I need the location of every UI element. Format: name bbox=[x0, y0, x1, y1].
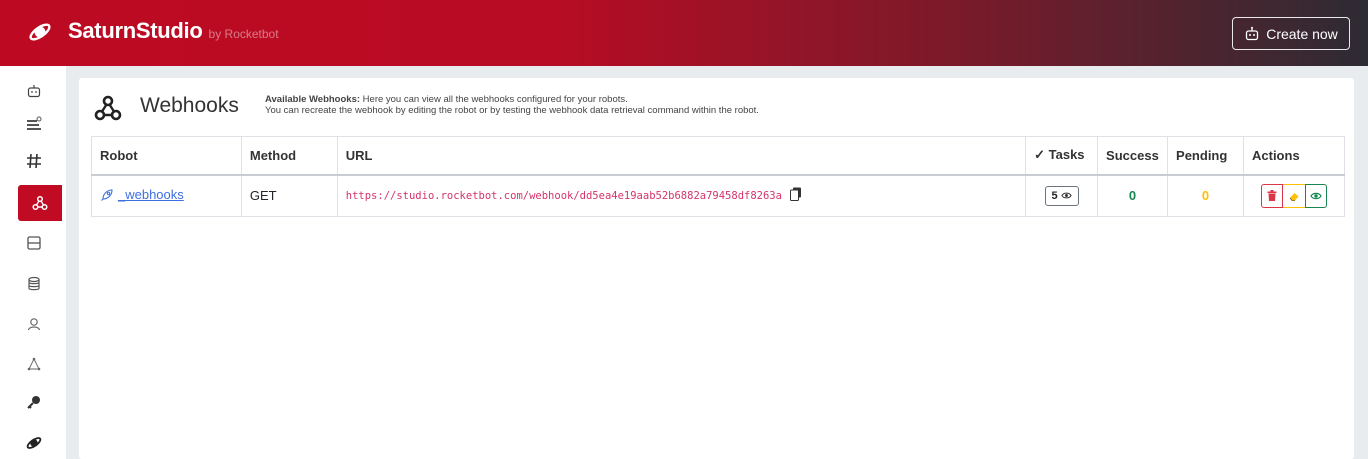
view-button[interactable] bbox=[1305, 183, 1327, 208]
tasks-button[interactable]: 5 bbox=[1044, 185, 1079, 206]
top-bar: SaturnStudio by Rocketbot Create now bbox=[0, 0, 1368, 66]
key-icon bbox=[27, 396, 40, 409]
sidebar-item-forms[interactable] bbox=[17, 226, 51, 260]
saturn-icon bbox=[26, 437, 42, 449]
create-now-label: Create now bbox=[1266, 25, 1338, 42]
desc-line1: Here you can view all the webhooks confi… bbox=[360, 94, 628, 105]
delete-button[interactable] bbox=[1261, 183, 1283, 208]
desc-line2: You can recreate the webhook by editing … bbox=[265, 105, 759, 116]
cell-robot: _webhooks bbox=[91, 174, 242, 217]
webhooks-card: Webhooks Available Webhooks: Here you ca… bbox=[79, 78, 1354, 459]
create-now-button[interactable]: Create now bbox=[1232, 17, 1350, 50]
cell-method: GET bbox=[240, 174, 338, 217]
cell-success: 0 bbox=[1097, 174, 1169, 217]
brand-by: by Rocketbot bbox=[208, 27, 279, 41]
cell-tasks: 5 bbox=[1025, 174, 1099, 217]
eraser-icon bbox=[1289, 192, 1298, 201]
tasks-count: 5 bbox=[1051, 189, 1058, 202]
form-icon bbox=[27, 236, 41, 250]
col-url: URL bbox=[336, 136, 1027, 176]
brand[interactable]: SaturnStudio by Rocketbot bbox=[68, 18, 279, 44]
sidebar-item-queues[interactable] bbox=[17, 106, 51, 140]
col-robot: Robot bbox=[91, 136, 242, 176]
col-pending: Pending bbox=[1167, 136, 1244, 176]
page-description: Available Webhooks: Here you can view al… bbox=[265, 94, 759, 116]
cell-pending: 0 bbox=[1167, 174, 1244, 217]
webhooks-table: Robot Method URL ✓ Tasks Success Pending… bbox=[91, 136, 1345, 217]
webhook-icon bbox=[94, 95, 122, 121]
sidebar-item-hashtags[interactable] bbox=[17, 144, 51, 178]
sidebar-item-keys[interactable] bbox=[17, 385, 51, 419]
robot-icon bbox=[27, 85, 41, 98]
sidebar bbox=[0, 66, 66, 459]
rocket-icon bbox=[101, 188, 113, 201]
page-title: Webhooks bbox=[140, 94, 239, 117]
robot-name: _webhooks bbox=[118, 187, 184, 202]
trash-icon bbox=[1267, 190, 1277, 202]
cell-actions bbox=[1243, 174, 1345, 217]
robot-link[interactable]: _webhooks bbox=[100, 187, 184, 202]
sidebar-item-saturn[interactable] bbox=[17, 426, 51, 459]
col-method: Method bbox=[240, 136, 338, 176]
sidebar-item-network[interactable] bbox=[17, 347, 51, 381]
check-icon: ✓ bbox=[1034, 147, 1046, 163]
queue-icon bbox=[27, 116, 42, 130]
saturn-logo-icon[interactable] bbox=[28, 20, 52, 44]
col-tasks: ✓ Tasks bbox=[1025, 136, 1099, 176]
network-icon bbox=[27, 357, 41, 371]
actions-group bbox=[1261, 183, 1327, 208]
table-header-row: Robot Method URL ✓ Tasks Success Pending… bbox=[91, 136, 1345, 176]
sidebar-item-database[interactable] bbox=[17, 267, 51, 301]
sidebar-item-robots[interactable] bbox=[17, 74, 51, 108]
database-icon bbox=[28, 276, 40, 291]
table-row: _webhooks GET https://studio.rocketbot.c… bbox=[91, 174, 1345, 217]
col-tasks-label: Tasks bbox=[1048, 147, 1085, 163]
hash-icon bbox=[27, 153, 41, 169]
webhook-url: https://studio.rocketbot.com/webhook/dd5… bbox=[345, 190, 782, 203]
clear-button[interactable] bbox=[1283, 183, 1305, 208]
desc-bold: Available Webhooks: bbox=[265, 94, 361, 105]
brand-name: SaturnStudio bbox=[68, 18, 203, 43]
sidebar-item-webhooks[interactable] bbox=[18, 185, 62, 221]
webhook-icon bbox=[32, 195, 48, 211]
cell-url: https://studio.rocketbot.com/webhook/dd5… bbox=[336, 174, 1027, 217]
copy-icon[interactable] bbox=[789, 187, 802, 204]
col-actions: Actions bbox=[1243, 136, 1345, 176]
users-icon bbox=[27, 318, 41, 331]
eye-icon bbox=[1310, 192, 1322, 199]
robot-icon bbox=[1246, 26, 1259, 40]
col-success: Success bbox=[1097, 136, 1169, 176]
eye-icon bbox=[1060, 192, 1072, 199]
sidebar-item-users[interactable] bbox=[17, 307, 51, 341]
